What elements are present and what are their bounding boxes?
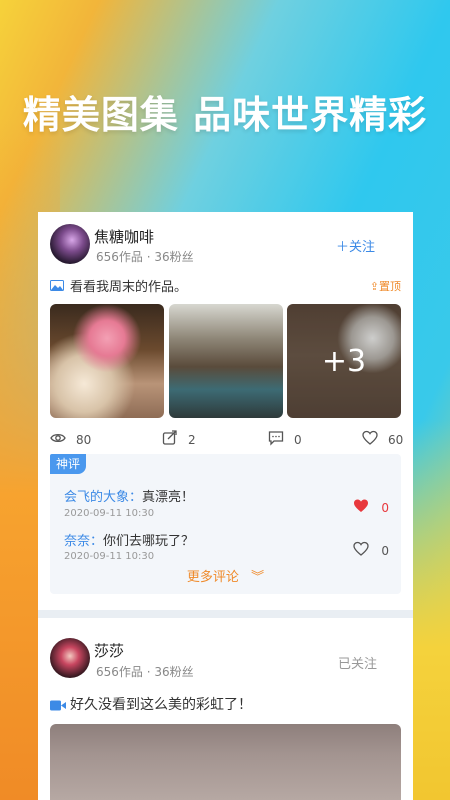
comment-icon [268, 430, 284, 449]
like-count: 60 [388, 432, 404, 447]
views-count: 80 [76, 432, 92, 447]
headline: 精美图集 品味世界精彩 [22, 93, 428, 137]
followed-button[interactable]: 已关注 [338, 653, 377, 672]
featured-comments: 神评 会飞的大象：真漂亮！ 2020-09-11 10:30 0 奈奈：你们去哪… [50, 454, 401, 594]
post-image[interactable]: +3 [287, 304, 401, 418]
comment-count: 0 [294, 432, 302, 447]
user-meta: 656作品 · 36粉丝 [96, 250, 194, 264]
comment-like-count: 0 [381, 543, 389, 558]
more-comments-button[interactable]: 更多评论 ︾ [50, 566, 401, 585]
post-caption: 看看我周末的作品。 [50, 276, 187, 295]
pin-icon: ⇪ [369, 280, 379, 293]
post-image[interactable] [50, 724, 401, 800]
comment-like-button[interactable]: 0 [353, 498, 389, 517]
follow-button[interactable]: ＋关注 [336, 236, 375, 255]
post-image[interactable] [169, 304, 283, 418]
comment-stat[interactable]: 0 [268, 430, 302, 449]
share-icon [162, 430, 178, 449]
like-stat[interactable]: 60 [362, 430, 403, 449]
username[interactable]: 莎莎 [94, 640, 124, 661]
eye-icon [50, 430, 66, 449]
share-count: 2 [188, 432, 196, 447]
image-icon [50, 280, 64, 291]
commenter-name[interactable]: 会飞的大象： [64, 490, 142, 505]
featured-badge: 神评 [50, 454, 87, 474]
comment-time: 2020-09-11 10:30 [64, 551, 155, 562]
username[interactable]: 焦糖咖啡 [94, 226, 154, 247]
heart-icon [362, 430, 378, 449]
views-stat[interactable]: 80 [50, 430, 91, 449]
post-image[interactable] [50, 304, 164, 418]
chevron-down-icon: ︾ [251, 570, 265, 585]
share-stat[interactable]: 2 [162, 430, 196, 449]
video-icon [50, 699, 66, 710]
comment-text: 真漂亮！ [142, 490, 195, 505]
post-caption: 好久没看到这么美的彩虹了！ [50, 694, 252, 714]
post-card[interactable]: 焦糖咖啡 656作品 · 36粉丝 ＋关注 看看我周末的作品。 ⇪置顶 +3 8… [38, 212, 413, 610]
caption-text: 好久没看到这么美的彩虹了！ [70, 697, 252, 713]
heart-icon [353, 541, 370, 560]
user-meta: 656作品 · 36粉丝 [96, 665, 194, 679]
comment-time: 2020-09-11 10:30 [64, 508, 155, 519]
heart-filled-icon [353, 498, 369, 517]
avatar[interactable] [50, 224, 90, 264]
pin-top-label[interactable]: ⇪置顶 [370, 278, 401, 294]
comment-item[interactable]: 会飞的大象：真漂亮！ [64, 486, 194, 505]
comment-text: 你们去哪玩了？ [103, 534, 195, 549]
avatar[interactable] [50, 638, 90, 678]
comment-item[interactable]: 奈奈：你们去哪玩了？ [64, 530, 194, 549]
caption-text: 看看我周末的作品。 [70, 280, 188, 295]
more-images-count: +3 [287, 304, 401, 418]
comment-like-button[interactable]: 0 [353, 541, 389, 560]
commenter-name[interactable]: 奈奈： [64, 534, 103, 549]
comment-like-count: 0 [381, 500, 389, 515]
